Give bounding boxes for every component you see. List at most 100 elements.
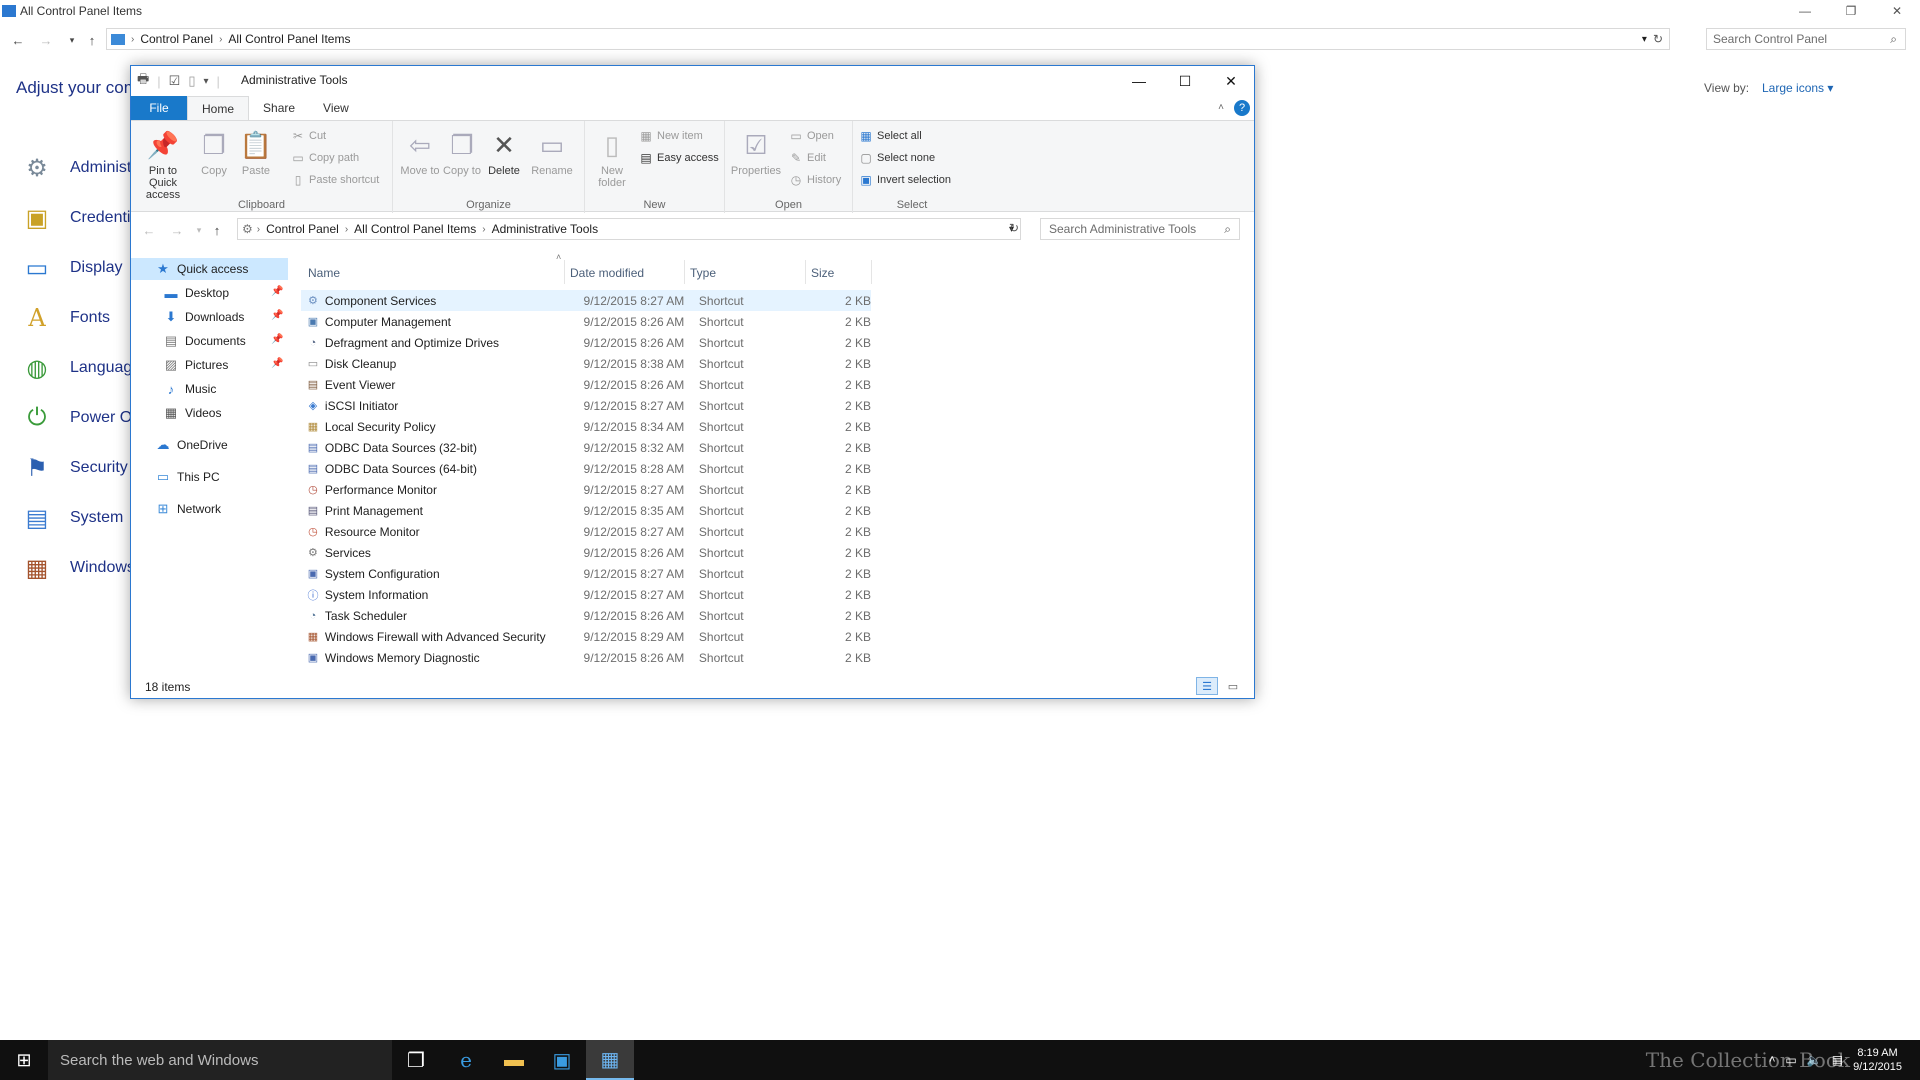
table-row[interactable]: ◷ Resource Monitor 9/12/2015 8:27 AM Shortc… xyxy=(301,521,871,542)
start-button[interactable]: ⊞ xyxy=(0,1040,48,1080)
cp-item-security-maintenance[interactable]: ⚑ Security a xyxy=(20,448,141,488)
properties-button[interactable]: ☑ Properties xyxy=(729,127,783,177)
table-row[interactable]: ◷ Performance Monitor 9/12/2015 8:27 AM Sho… xyxy=(301,479,871,500)
minimize-button[interactable]: — xyxy=(1116,66,1162,96)
column-header-type[interactable]: Type xyxy=(690,266,716,286)
table-row[interactable]: ▤ Event Viewer 9/12/2015 8:26 AM Shortcut 2 … xyxy=(301,374,871,395)
recent-chevron-icon[interactable]: ▾ xyxy=(62,28,82,52)
table-row[interactable]: ▤ Print Management 9/12/2015 8:35 AM Shortc… xyxy=(301,500,871,521)
back-icon[interactable]: ← xyxy=(8,28,28,52)
copy-path-button[interactable]: ▭ Copy path xyxy=(291,149,359,167)
history-button[interactable]: ◷ History xyxy=(789,171,841,189)
table-row[interactable]: ▤ ODBC Data Sources (32-bit) 9/12/2015 8:3… xyxy=(301,437,871,458)
move-to-button[interactable]: ⇦ Move to xyxy=(399,127,441,177)
cut-button[interactable]: ✂ Cut xyxy=(291,127,326,145)
address-dropdown-icon[interactable]: ▾ xyxy=(1642,34,1647,45)
refresh-icon[interactable]: ↻ xyxy=(1009,221,1019,235)
breadcrumb-item[interactable]: Control Panel xyxy=(266,222,339,236)
invert-selection-button[interactable]: ▣ Invert selection xyxy=(859,171,951,189)
table-row[interactable]: ⓘ System Information 9/12/2015 8:27 AM Shor… xyxy=(301,584,871,605)
close-button[interactable]: ✕ xyxy=(1208,66,1254,96)
collapse-ribbon-icon[interactable]: ˄ xyxy=(1218,102,1224,113)
table-row[interactable]: ⚙ Component Services 9/12/2015 8:27 AM Shor… xyxy=(301,290,871,311)
new-folder-button[interactable]: ▯ New folder xyxy=(591,127,633,189)
tab-file[interactable]: File xyxy=(131,96,187,120)
nav-item-pictures[interactable]: ▨ Pictures xyxy=(163,354,229,376)
table-row[interactable]: ▭ Disk Cleanup 9/12/2015 8:38 AM Shortcut 2 … xyxy=(301,353,871,374)
table-row[interactable]: ◔ Defragment and Optimize Drives 9/12/2015… xyxy=(301,332,871,353)
paste-button[interactable]: 📋 Paste xyxy=(235,127,277,177)
help-icon[interactable]: ? xyxy=(1234,100,1250,116)
table-row[interactable]: ⚙ Services 9/12/2015 8:26 AM Shortcut 2 KB xyxy=(301,542,871,563)
open-button[interactable]: ▭ Open xyxy=(789,127,834,145)
search-input[interactable]: Search Administrative Tools ⌕ xyxy=(1040,218,1240,240)
breadcrumb-item[interactable]: All Control Panel Items xyxy=(354,222,476,236)
pin-icon[interactable]: 📌 xyxy=(271,310,283,321)
column-header-size[interactable]: Size xyxy=(811,266,834,286)
breadcrumb-item[interactable]: Control Panel xyxy=(140,32,213,46)
address-bar[interactable]: ⚙ › Control Panel › All Control Panel It… xyxy=(237,218,1021,240)
breadcrumb-item[interactable]: Administrative Tools xyxy=(492,222,599,236)
customize-qat-icon[interactable]: ▾ xyxy=(203,76,208,87)
nav-item-downloads[interactable]: ⬇ Downloads xyxy=(163,306,245,328)
cp-item-language[interactable]: ◍ Language xyxy=(20,348,142,388)
nav-item-this-pc[interactable]: ▭ This PC xyxy=(155,466,220,488)
table-row[interactable]: ▦ Local Security Policy 9/12/2015 8:34 AM S… xyxy=(301,416,871,437)
forward-icon[interactable]: → xyxy=(36,28,56,52)
rename-button[interactable]: ▭ Rename xyxy=(527,127,577,177)
up-icon[interactable]: ↑ xyxy=(207,218,227,242)
table-row[interactable]: ▣ Computer Management 9/12/2015 8:26 AM Sho… xyxy=(301,311,871,332)
table-row[interactable]: ▦ Windows Firewall with Advanced Security… xyxy=(301,626,871,647)
cp-item-credential-manager[interactable]: ▣ Credentia xyxy=(20,198,140,238)
details-view-icon[interactable]: ☰ xyxy=(1196,677,1218,695)
table-row[interactable]: ◔ Task Scheduler 9/12/2015 8:26 AM Shortcut… xyxy=(301,605,871,626)
properties-qat-icon[interactable]: ☑ xyxy=(169,73,181,89)
clock[interactable]: 8:19 AM 9/12/2015 xyxy=(1853,1046,1902,1074)
table-row[interactable]: ▣ Windows Memory Diagnostic 9/12/2015 8:26… xyxy=(301,647,871,668)
store-icon[interactable]: ▣ xyxy=(538,1040,586,1080)
maximize-button[interactable]: ☐ xyxy=(1162,66,1208,96)
pin-icon[interactable]: 📌 xyxy=(271,286,283,297)
table-row[interactable]: ▤ ODBC Data Sources (64-bit) 9/12/2015 8:2… xyxy=(301,458,871,479)
new-item-button[interactable]: ▦ New item xyxy=(639,127,703,145)
nav-item-network[interactable]: ⊞ Network xyxy=(155,498,221,520)
control-panel-taskbar-icon[interactable]: ▦ xyxy=(586,1040,634,1080)
cp-item-windows-firewall[interactable]: ▦ Windows xyxy=(20,548,135,588)
pin-icon[interactable]: 📌 xyxy=(271,358,283,369)
bg-restore-button[interactable]: ❐ xyxy=(1828,0,1874,22)
window-titlebar[interactable]: 🖶 | ☑ ▯ ▾ | Administrative Tools — ☐ ✕ xyxy=(131,66,1254,96)
table-row[interactable]: ◈ iSCSI Initiator 9/12/2015 8:27 AM Shortcu… xyxy=(301,395,871,416)
up-icon[interactable]: ↑ xyxy=(82,28,102,52)
tab-share[interactable]: Share xyxy=(249,96,309,120)
bg-minimize-button[interactable]: — xyxy=(1782,0,1828,22)
nav-item-quick-access[interactable]: ★ Quick access xyxy=(155,258,248,280)
column-header-name[interactable]: Name xyxy=(308,266,340,286)
forward-icon[interactable]: → xyxy=(167,218,187,242)
edge-browser-icon[interactable]: e xyxy=(442,1040,490,1080)
select-none-button[interactable]: ▢ Select none xyxy=(859,149,935,167)
show-hidden-icons-icon[interactable]: ˄ xyxy=(1769,1054,1775,1066)
back-icon[interactable]: ← xyxy=(139,218,159,242)
copy-button[interactable]: ❐ Copy xyxy=(193,127,235,177)
refresh-icon[interactable]: ↻ xyxy=(1653,32,1663,46)
volume-icon[interactable]: 🔈 xyxy=(1807,1053,1822,1067)
pin-icon[interactable]: 📌 xyxy=(271,334,283,345)
cp-item-administrative-tools[interactable]: ⚙ Administ xyxy=(20,148,131,188)
easy-access-button[interactable]: ▤ Easy access xyxy=(639,149,718,167)
view-by-dropdown[interactable]: Large icons ▾ xyxy=(1762,81,1833,95)
new-folder-qat-icon[interactable]: ▯ xyxy=(188,73,195,89)
copy-to-button[interactable]: ❐ Copy to xyxy=(441,127,483,177)
network-tray-icon[interactable]: ▭ xyxy=(1785,1053,1796,1067)
nav-item-onedrive[interactable]: ☁ OneDrive xyxy=(155,434,228,456)
tab-view[interactable]: View xyxy=(309,96,363,120)
bg-close-button[interactable]: ✕ xyxy=(1874,0,1920,22)
nav-item-desktop[interactable]: ▬ Desktop xyxy=(163,282,230,304)
breadcrumb-item[interactable]: All Control Panel Items xyxy=(228,32,350,46)
large-icons-view-icon[interactable]: ▭ xyxy=(1222,677,1244,695)
file-explorer-icon[interactable]: ▬ xyxy=(490,1040,538,1080)
nav-item-music[interactable]: ♪ Music xyxy=(163,378,217,400)
bg-search-input[interactable]: Search Control Panel ⌕ xyxy=(1706,28,1906,50)
notifications-icon[interactable]: ▤ xyxy=(1832,1053,1843,1067)
cp-item-fonts[interactable]: A Fonts xyxy=(20,298,110,338)
cp-item-system[interactable]: ▤ System xyxy=(20,498,124,538)
